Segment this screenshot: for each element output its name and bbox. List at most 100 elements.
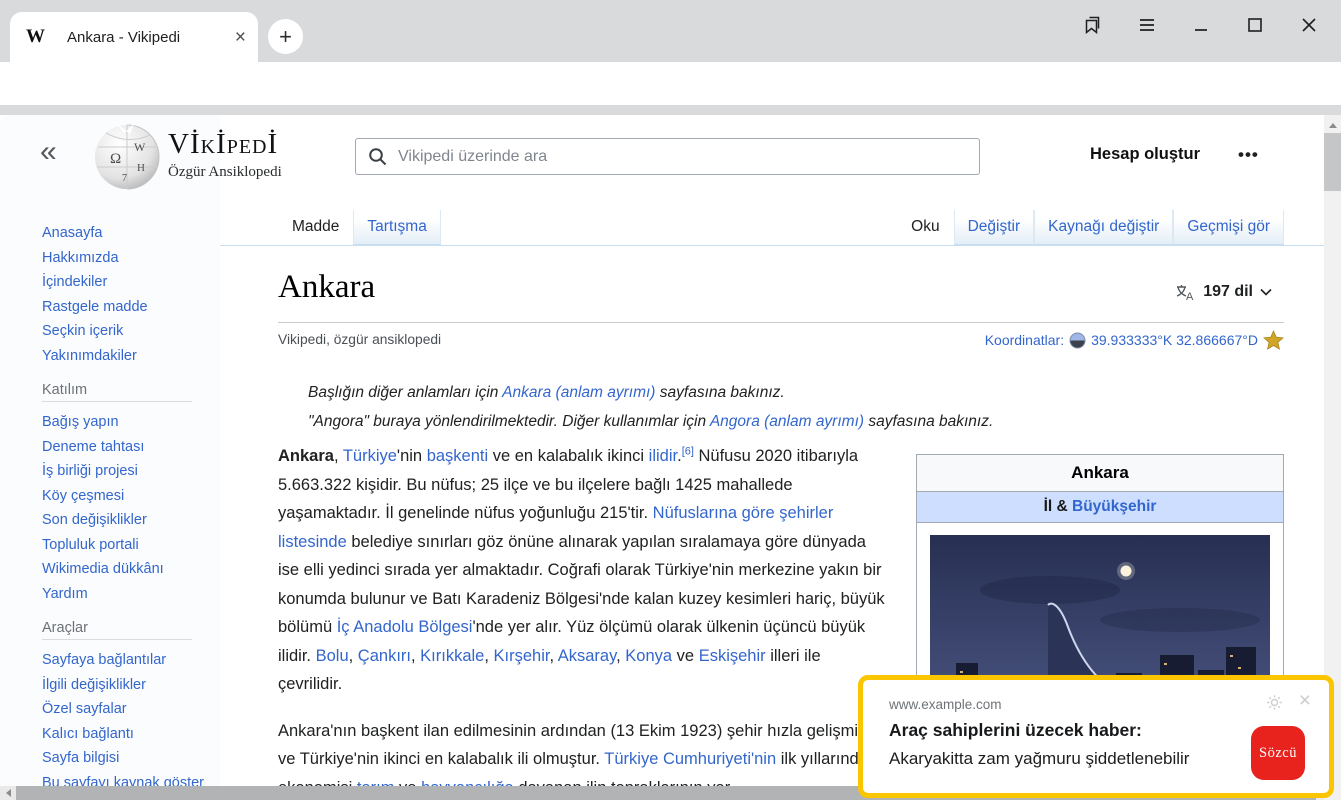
- sidebar-link[interactable]: Bağış yapın: [42, 414, 119, 430]
- sidebar-link[interactable]: İş birliği projesi: [42, 463, 138, 479]
- scroll-up-arrow-icon[interactable]: [1324, 119, 1341, 131]
- article-link[interactable]: İç Anadolu Bölgesi: [337, 618, 473, 636]
- article-tab-madde[interactable]: Madde: [278, 210, 354, 245]
- sidebar-item: Bağış yapın: [42, 410, 220, 435]
- maximize-button[interactable]: [1242, 12, 1268, 38]
- sidebar-item: İş birliği projesi: [42, 459, 220, 484]
- sidebar-link[interactable]: Yakınımdakiler: [42, 348, 137, 364]
- wiki-search[interactable]: [355, 138, 980, 175]
- coordinates-label[interactable]: Koordinatlar:: [985, 332, 1064, 348]
- search-icon: [369, 148, 387, 166]
- article-link[interactable]: ilidir: [649, 447, 677, 465]
- sidebar-link[interactable]: Anasayfa: [42, 225, 102, 241]
- browser-tab[interactable]: W Ankara - Vikipedi ×: [10, 12, 258, 62]
- article-link[interactable]: Angora (anlam ayrımı): [710, 413, 864, 430]
- text-run: ,: [348, 646, 358, 665]
- sidebar-link[interactable]: Özel sayfalar: [42, 701, 127, 717]
- article-tab-ge-mi-i-g-r[interactable]: Geçmişi gör: [1173, 210, 1284, 245]
- sidebar-section-list: Bağış yapın Deneme tahtası İş birliği proj…: [42, 410, 220, 606]
- article-link[interactable]: Kırıkkale: [420, 647, 484, 665]
- hatnote: "Angora" buraya yönlendirilmektedir. Diğ…: [308, 407, 1284, 436]
- article-tab-de-i-tir[interactable]: Değiştir: [953, 210, 1035, 245]
- article-link[interactable]: Kırşehir: [494, 647, 550, 665]
- create-account-link[interactable]: Hesap oluştur: [1090, 145, 1200, 164]
- sidebar-item: Kalıcı bağlantı: [42, 722, 220, 747]
- sidebar-section-header: Katılım: [42, 382, 192, 402]
- svg-text:W: W: [134, 140, 146, 154]
- sidebar-link[interactable]: Son değişiklikler: [42, 512, 147, 528]
- scroll-left-arrow-icon[interactable]: [2, 786, 14, 800]
- side-panel-icon[interactable]: [1080, 12, 1106, 38]
- text-run: &: [1052, 498, 1072, 515]
- coordinates-value[interactable]: 39.933333°K 32.866667°D: [1091, 332, 1258, 348]
- article-link[interactable]: başkenti: [427, 447, 488, 465]
- sidebar-link[interactable]: Seçkin içerik: [42, 323, 123, 339]
- article-tab-bar: Madde Tartışma Oku Değiştir Kaynağı değişti…: [220, 210, 1324, 246]
- text-run: "Angora" buraya yönlendirilmektedir. Diğ…: [308, 413, 710, 430]
- wikipedia-globe-logo-icon[interactable]: Ω W H 7: [92, 121, 162, 196]
- sidebar-link[interactable]: Kalıcı bağlantı: [42, 726, 134, 742]
- sidebar-item: Köy çeşmesi: [42, 484, 220, 509]
- article-tab-tart-ma[interactable]: Tartışma: [353, 210, 441, 245]
- tab-close-icon[interactable]: ×: [235, 28, 246, 47]
- search-input[interactable]: [396, 146, 979, 167]
- sidebar-link[interactable]: Köy çeşmesi: [42, 488, 124, 504]
- sidebar-link[interactable]: Rastgele madde: [42, 299, 148, 315]
- text-run: ,: [410, 646, 421, 665]
- menu-icon[interactable]: [1134, 12, 1160, 38]
- svg-text:7: 7: [122, 173, 127, 184]
- sidebar-item: Son değişiklikler: [42, 508, 220, 533]
- vertical-scrollbar-thumb[interactable]: [1324, 133, 1341, 191]
- sidebar-item: Seçkin içerik: [42, 319, 220, 344]
- sidebar-link[interactable]: Sayfaya bağlantılar: [42, 652, 166, 668]
- close-window-button[interactable]: [1296, 12, 1322, 38]
- more-options-icon[interactable]: •••: [1238, 145, 1259, 165]
- sidebar-collapse-icon[interactable]: «: [40, 137, 57, 167]
- wikipedia-favicon-icon: W: [26, 26, 45, 47]
- notification-title[interactable]: Araç sahiplerini üzecek haber:: [889, 720, 1142, 741]
- article-tab-oku[interactable]: Oku: [897, 210, 954, 245]
- text-run: sayfasına bakınız.: [864, 413, 994, 430]
- sozcu-logo[interactable]: Sözcü: [1251, 726, 1305, 780]
- sidebar-link[interactable]: Yardım: [42, 586, 88, 602]
- notification-popup[interactable]: www.example.com × Araç sahiplerini üzece…: [858, 675, 1334, 798]
- notification-body[interactable]: Akaryakitta zam yağmuru şiddetlenebilir: [889, 749, 1189, 769]
- sidebar-link[interactable]: Sayfa bilgisi: [42, 750, 119, 766]
- article-link[interactable]: Çankırı: [358, 647, 411, 665]
- article-link[interactable]: Ankara (anlam ayrımı): [502, 384, 655, 401]
- article-link[interactable]: hayvancılığa: [421, 779, 514, 787]
- browser-toolbar: tr.wikipedia.org Ankara - Vikipedi 1 10K…: [0, 62, 1341, 167]
- sidebar-link[interactable]: Hakkımızda: [42, 250, 119, 266]
- article-link[interactable]: Aksaray: [558, 647, 616, 665]
- text-run: ,: [549, 646, 558, 665]
- article-tab-kayna-de-i-tir[interactable]: Kaynağı değiştir: [1034, 210, 1174, 245]
- wikipedia-wordmark[interactable]: Vİkİpedİ Özgür Ansiklopedi: [168, 130, 282, 181]
- minimize-button[interactable]: [1188, 12, 1214, 38]
- sidebar-item: Sayfa bilgisi: [42, 746, 220, 771]
- article-link[interactable]: [6]: [682, 446, 694, 458]
- sidebar-item: Özel sayfalar: [42, 697, 220, 722]
- article-link[interactable]: Büyükşehir: [1072, 498, 1156, 515]
- text-run: ve: [394, 779, 421, 787]
- sidebar-link[interactable]: Topluluk portali: [42, 537, 139, 553]
- notification-close-icon[interactable]: ×: [1299, 690, 1311, 711]
- article-link[interactable]: Türkiye Cumhuriyeti'nin: [604, 750, 776, 768]
- text-run: Başlığın diğer anlamları için: [308, 384, 503, 401]
- sidebar-link[interactable]: Wikimedia dükkânı: [42, 561, 164, 577]
- notification-source: www.example.com: [889, 697, 1002, 712]
- article-link[interactable]: tarım: [357, 779, 395, 787]
- text-run: ,: [484, 646, 494, 665]
- sidebar-link[interactable]: İçindekiler: [42, 274, 107, 290]
- sidebar-link[interactable]: Deneme tahtası: [42, 439, 144, 455]
- sidebar-link[interactable]: Bu sayfayı kaynak göster: [42, 775, 204, 787]
- site-subtitle: Vikipedi, özgür ansiklopedi: [278, 332, 442, 347]
- language-selector[interactable]: A 197 dil: [1175, 283, 1272, 301]
- sidebar-item: Topluluk portali: [42, 533, 220, 558]
- article-link[interactable]: Eskişehir: [699, 647, 766, 665]
- sidebar-link[interactable]: İlgili değişiklikler: [42, 677, 146, 693]
- article-link[interactable]: Türkiye: [343, 447, 397, 465]
- new-tab-button[interactable]: +: [268, 19, 303, 54]
- article-link[interactable]: Bolu: [316, 647, 349, 665]
- article-link[interactable]: Konya: [625, 647, 672, 665]
- notification-settings-gear-icon[interactable]: [1266, 694, 1283, 716]
